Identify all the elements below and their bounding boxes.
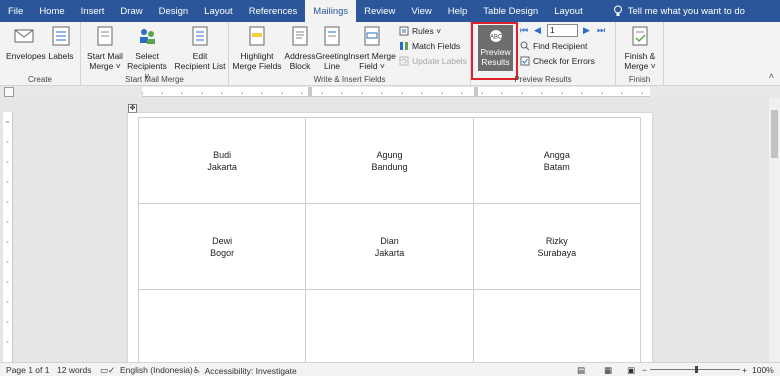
accessibility-status[interactable]: ♿ Accessibility: Investigate — [193, 365, 297, 376]
zoom-in-icon[interactable]: + — [742, 365, 747, 375]
finish-merge-icon — [632, 26, 648, 46]
label-cell[interactable]: Dian Jakarta — [305, 203, 474, 290]
check-for-errors-button[interactable]: Check for Errors — [520, 56, 595, 66]
labels-icon — [52, 26, 70, 46]
group-label-start-mail-merge: Start Mail Merge — [125, 75, 184, 84]
web-layout-icon[interactable]: ▣ — [627, 365, 635, 376]
select-recipients-button[interactable]: Select Recipients ˅ — [125, 23, 169, 81]
tab-draw[interactable]: Draw — [112, 0, 150, 22]
table-row: Budi Jakarta Agung Bandung Angga Batam — [137, 117, 642, 204]
find-icon — [520, 41, 530, 51]
zoom-slider-knob[interactable] — [695, 366, 698, 373]
label-cell[interactable]: Angga Batam — [472, 117, 642, 204]
word-count[interactable]: 12 words — [57, 365, 92, 375]
horizontal-ruler[interactable] — [142, 87, 650, 97]
tab-selector[interactable] — [4, 87, 14, 97]
rules-button[interactable]: Rules ˅ — [399, 26, 441, 36]
vertical-scrollbar[interactable] — [769, 98, 780, 362]
collapse-ribbon-icon[interactable]: ˄ — [769, 71, 774, 81]
zoom-level[interactable]: 100% — [752, 365, 774, 375]
edit-recipient-list-button[interactable]: Edit Recipient List — [173, 23, 227, 71]
table-row: Dewi Bogor Dian Jakarta Rizky Surabaya — [137, 203, 642, 290]
tell-me-text: Tell me what you want to do — [627, 5, 745, 17]
envelope-icon — [14, 29, 34, 43]
status-bar: Page 1 of 1 12 words ▭✓ English (Indones… — [0, 362, 780, 376]
tab-home[interactable]: Home — [31, 0, 72, 22]
language-indicator[interactable]: English (Indonesia) — [120, 365, 193, 375]
tab-insert[interactable]: Insert — [73, 0, 113, 22]
zoom-out-icon[interactable]: − — [642, 365, 647, 375]
update-labels-button[interactable]: Update Labels — [399, 56, 467, 66]
insert-merge-field-button[interactable]: Insert Merge Field ˅ — [348, 23, 396, 71]
tab-review[interactable]: Review — [356, 0, 403, 22]
insert-field-icon — [364, 26, 380, 46]
greeting-line-icon — [324, 26, 340, 46]
record-number-input[interactable]: 1 — [547, 24, 578, 37]
edit-list-icon — [192, 26, 208, 46]
group-label-preview-results: Preview Results — [514, 75, 572, 84]
address-block-icon — [292, 26, 308, 46]
tab-view[interactable]: View — [403, 0, 439, 22]
address-block-button[interactable]: Address Block — [284, 23, 316, 71]
start-mail-merge-icon — [97, 26, 113, 46]
label-cell[interactable]: Dewi Bogor — [137, 203, 307, 290]
envelopes-button[interactable]: Envelopes — [6, 23, 46, 61]
next-record-icon[interactable]: ▶ — [583, 25, 590, 36]
tab-table-design[interactable]: Table Design — [475, 0, 546, 22]
group-preview-results: ABC Preview Results ⏮ ◀ 1 ▶ ⏭ Find Recip… — [471, 22, 616, 86]
ribbon: Envelopes Labels Create Start Mail Merge… — [0, 22, 780, 86]
tab-layout[interactable]: Layout — [196, 0, 241, 22]
vertical-ruler[interactable] — [3, 112, 13, 362]
match-fields-button[interactable]: Match Fields — [399, 41, 460, 51]
page-count[interactable]: Page 1 of 1 — [6, 365, 49, 375]
check-errors-icon — [520, 56, 530, 66]
group-write-insert-fields: Highlight Merge Fields Address Block Gre… — [229, 22, 471, 86]
tab-help[interactable]: Help — [440, 0, 476, 22]
find-recipient-button[interactable]: Find Recipient — [520, 41, 587, 51]
table-move-handle[interactable]: ✥ — [128, 104, 137, 113]
update-labels-icon — [399, 56, 409, 66]
first-record-icon[interactable]: ⏮ — [520, 25, 528, 36]
start-mail-merge-button[interactable]: Start Mail Merge ˅ — [85, 23, 125, 71]
tell-me-search[interactable]: Tell me what you want to do — [591, 0, 745, 22]
scrollbar-thumb[interactable] — [771, 110, 778, 158]
tab-table-layout[interactable]: Layout — [546, 0, 591, 22]
tab-file[interactable]: File — [0, 0, 31, 22]
proofing-icon[interactable]: ▭✓ — [100, 365, 115, 376]
label-cell[interactable]: Budi Jakarta — [137, 117, 307, 204]
document-page[interactable]: Budi Jakarta Agung Bandung Angga Batam Dewi… — [128, 113, 652, 376]
previous-record-icon[interactable]: ◀ — [534, 25, 541, 36]
tab-design[interactable]: Design — [151, 0, 197, 22]
print-layout-icon[interactable]: ▦ — [604, 365, 612, 376]
match-fields-icon — [400, 42, 408, 50]
tab-references[interactable]: References — [241, 0, 306, 22]
highlight-icon — [249, 26, 265, 46]
highlight-merge-fields-button[interactable]: Highlight Merge Fields — [231, 23, 283, 71]
preview-highlight-box — [471, 22, 518, 80]
group-finish: Finish & Merge ˅ Finish — [616, 22, 664, 86]
labels-table: Budi Jakarta Agung Bandung Angga Batam Dewi… — [137, 117, 642, 376]
label-cell[interactable]: Agung Bandung — [305, 117, 474, 204]
group-start-mail-merge: Start Mail Merge ˅ Select Recipients ˅ E… — [81, 22, 229, 86]
group-label-create: Create — [27, 75, 52, 84]
labels-button[interactable]: Labels — [47, 23, 75, 61]
finish-merge-button[interactable]: Finish & Merge ˅ — [619, 23, 661, 71]
read-mode-icon[interactable]: ▤ — [577, 365, 585, 376]
recipients-icon — [140, 29, 155, 44]
tab-mailings[interactable]: Mailings — [305, 0, 357, 22]
ribbon-tab-bar: File Home Insert Draw Design Layout Refe… — [0, 0, 780, 22]
lightbulb-icon — [613, 5, 622, 16]
group-label-finish: Finish — [628, 75, 651, 84]
rules-icon — [399, 26, 409, 36]
label-cell[interactable]: Rizky Surabaya — [472, 203, 642, 290]
accessibility-icon: ♿ — [193, 365, 201, 375]
group-label-write-insert-fields: Write & Insert Fields — [313, 75, 386, 84]
group-create: Envelopes Labels Create — [0, 22, 81, 86]
greeting-line-button[interactable]: Greeting Line — [315, 23, 349, 71]
last-record-icon[interactable]: ⏭ — [597, 25, 605, 36]
